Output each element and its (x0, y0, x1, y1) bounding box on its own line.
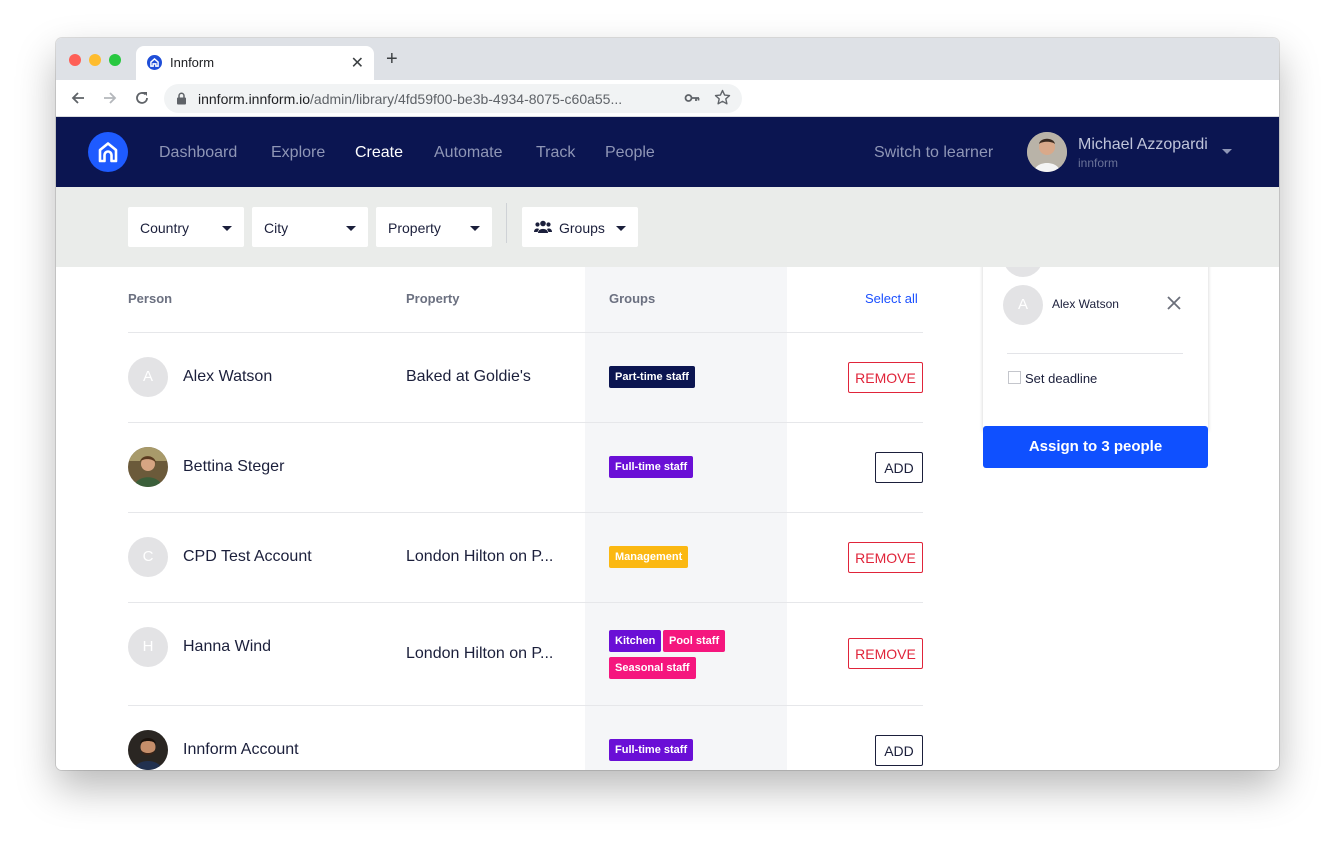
property-filter-dropdown[interactable]: Property (376, 207, 492, 247)
user-avatar[interactable] (1027, 132, 1067, 172)
property-filter-label: Property (388, 220, 441, 236)
url-text: innform.innform.io/admin/library/4fd59f0… (198, 91, 623, 107)
back-icon[interactable] (67, 87, 89, 109)
group-tag: Full-time staff (609, 739, 694, 761)
selected-people-card: A Alex Watson Set deadline (983, 267, 1208, 431)
groups-filter-dropdown[interactable]: Groups (522, 207, 638, 247)
country-filter-dropdown[interactable]: Country (128, 207, 244, 247)
selected-person-name: Alex Watson (1052, 297, 1119, 311)
address-bar[interactable]: innform.innform.io/admin/library/4fd59f0… (164, 84, 742, 113)
person-name: Innform Account (183, 741, 299, 758)
switch-to-learner-link[interactable]: Switch to learner (874, 144, 993, 162)
remove-button[interactable]: REMOVE (848, 542, 923, 573)
remove-button[interactable]: REMOVE (848, 362, 923, 393)
avatar-initial: A (142, 368, 153, 385)
groups-column-background (585, 267, 787, 770)
set-deadline-label[interactable]: Set deadline (1025, 371, 1097, 386)
forward-icon[interactable] (99, 87, 121, 109)
tab-strip: Innform ✕ + (56, 38, 1279, 80)
users-group-icon (534, 220, 552, 238)
maximize-window-button[interactable] (109, 54, 121, 66)
group-tag: Full-time staff (609, 456, 694, 478)
browser-tab[interactable]: Innform ✕ (136, 46, 374, 80)
tab-title: Innform (170, 55, 215, 70)
browser-toolbar: innform.innform.io/admin/library/4fd59f0… (56, 80, 1279, 117)
app-header: Dashboard Explore Create Automate Track … (56, 117, 1279, 187)
innform-logo-icon[interactable] (88, 132, 128, 172)
country-filter-label: Country (140, 220, 190, 236)
group-tag: Part-time staff (609, 366, 695, 388)
bookmark-star-icon[interactable] (714, 89, 731, 111)
reload-icon[interactable] (131, 87, 153, 109)
city-filter-dropdown[interactable]: City (252, 207, 368, 247)
person-name: Alex Watson (183, 368, 273, 385)
new-tab-icon[interactable]: + (386, 48, 398, 71)
column-header-property: Property (406, 291, 460, 306)
nav-dashboard[interactable]: Dashboard (159, 144, 237, 162)
nav-create[interactable]: Create (355, 144, 403, 162)
chevron-down-icon[interactable] (1222, 149, 1232, 154)
row-divider (128, 602, 923, 603)
avatar-initial: C (142, 548, 154, 565)
assign-button[interactable]: Assign to 3 people (983, 426, 1208, 468)
group-tag: Seasonal staff (609, 657, 696, 679)
avatar: H (128, 627, 168, 667)
innform-favicon-icon (147, 55, 162, 70)
person-name: Bettina Steger (183, 458, 285, 475)
add-button[interactable]: ADD (875, 452, 923, 483)
main-content: Person Property Groups Select all A Alex… (56, 267, 1279, 770)
close-window-button[interactable] (69, 54, 81, 66)
avatar (1003, 267, 1043, 277)
group-tag: Management (609, 546, 689, 568)
browser-window: Innform ✕ + innform.innform.io/admin/lib… (56, 38, 1279, 770)
avatar (128, 447, 168, 487)
avatar-initial: H (142, 638, 154, 655)
tab-close-icon[interactable]: ✕ (351, 53, 364, 73)
avatar: A (1003, 285, 1043, 325)
row-divider (128, 512, 923, 513)
row-divider (128, 422, 923, 423)
filter-bar: Country City Property Groups (56, 187, 1279, 267)
nav-people[interactable]: People (605, 144, 655, 162)
avatar: C (128, 537, 168, 577)
caret-down-icon (470, 226, 480, 231)
minimize-window-button[interactable] (89, 54, 101, 66)
person-property: London Hilton on P... (406, 548, 554, 565)
user-org: innform (1078, 156, 1119, 170)
lock-icon (176, 92, 187, 110)
caret-down-icon (616, 226, 626, 231)
nav-explore[interactable]: Explore (271, 144, 325, 162)
filter-divider (506, 203, 507, 243)
caret-down-icon (222, 226, 232, 231)
avatar-initial: A (1017, 296, 1028, 313)
row-divider (128, 705, 923, 706)
groups-filter-label: Groups (559, 220, 605, 236)
group-tag: Kitchen (609, 630, 662, 652)
add-button[interactable]: ADD (875, 735, 923, 766)
nav-track[interactable]: Track (536, 144, 575, 162)
avatar (128, 730, 168, 770)
group-tag: Pool staff (663, 630, 726, 652)
select-all-link[interactable]: Select all (865, 291, 918, 306)
column-header-groups: Groups (609, 291, 656, 306)
user-name[interactable]: Michael Azzopardi (1078, 136, 1208, 154)
key-icon[interactable] (684, 91, 700, 110)
nav-automate[interactable]: Automate (434, 144, 502, 162)
set-deadline-checkbox[interactable] (1008, 371, 1021, 384)
person-property: London Hilton on P... (406, 645, 554, 662)
avatar: A (128, 357, 168, 397)
remove-button[interactable]: REMOVE (848, 638, 923, 669)
city-filter-label: City (264, 220, 289, 236)
person-name: Hanna Wind (183, 638, 272, 655)
row-divider (128, 332, 923, 333)
divider (1007, 353, 1183, 354)
column-header-person: Person (128, 291, 173, 306)
caret-down-icon (346, 226, 356, 231)
close-icon[interactable] (1166, 295, 1182, 316)
person-property: Baked at Goldie's (406, 368, 531, 385)
person-name: CPD Test Account (183, 548, 312, 565)
